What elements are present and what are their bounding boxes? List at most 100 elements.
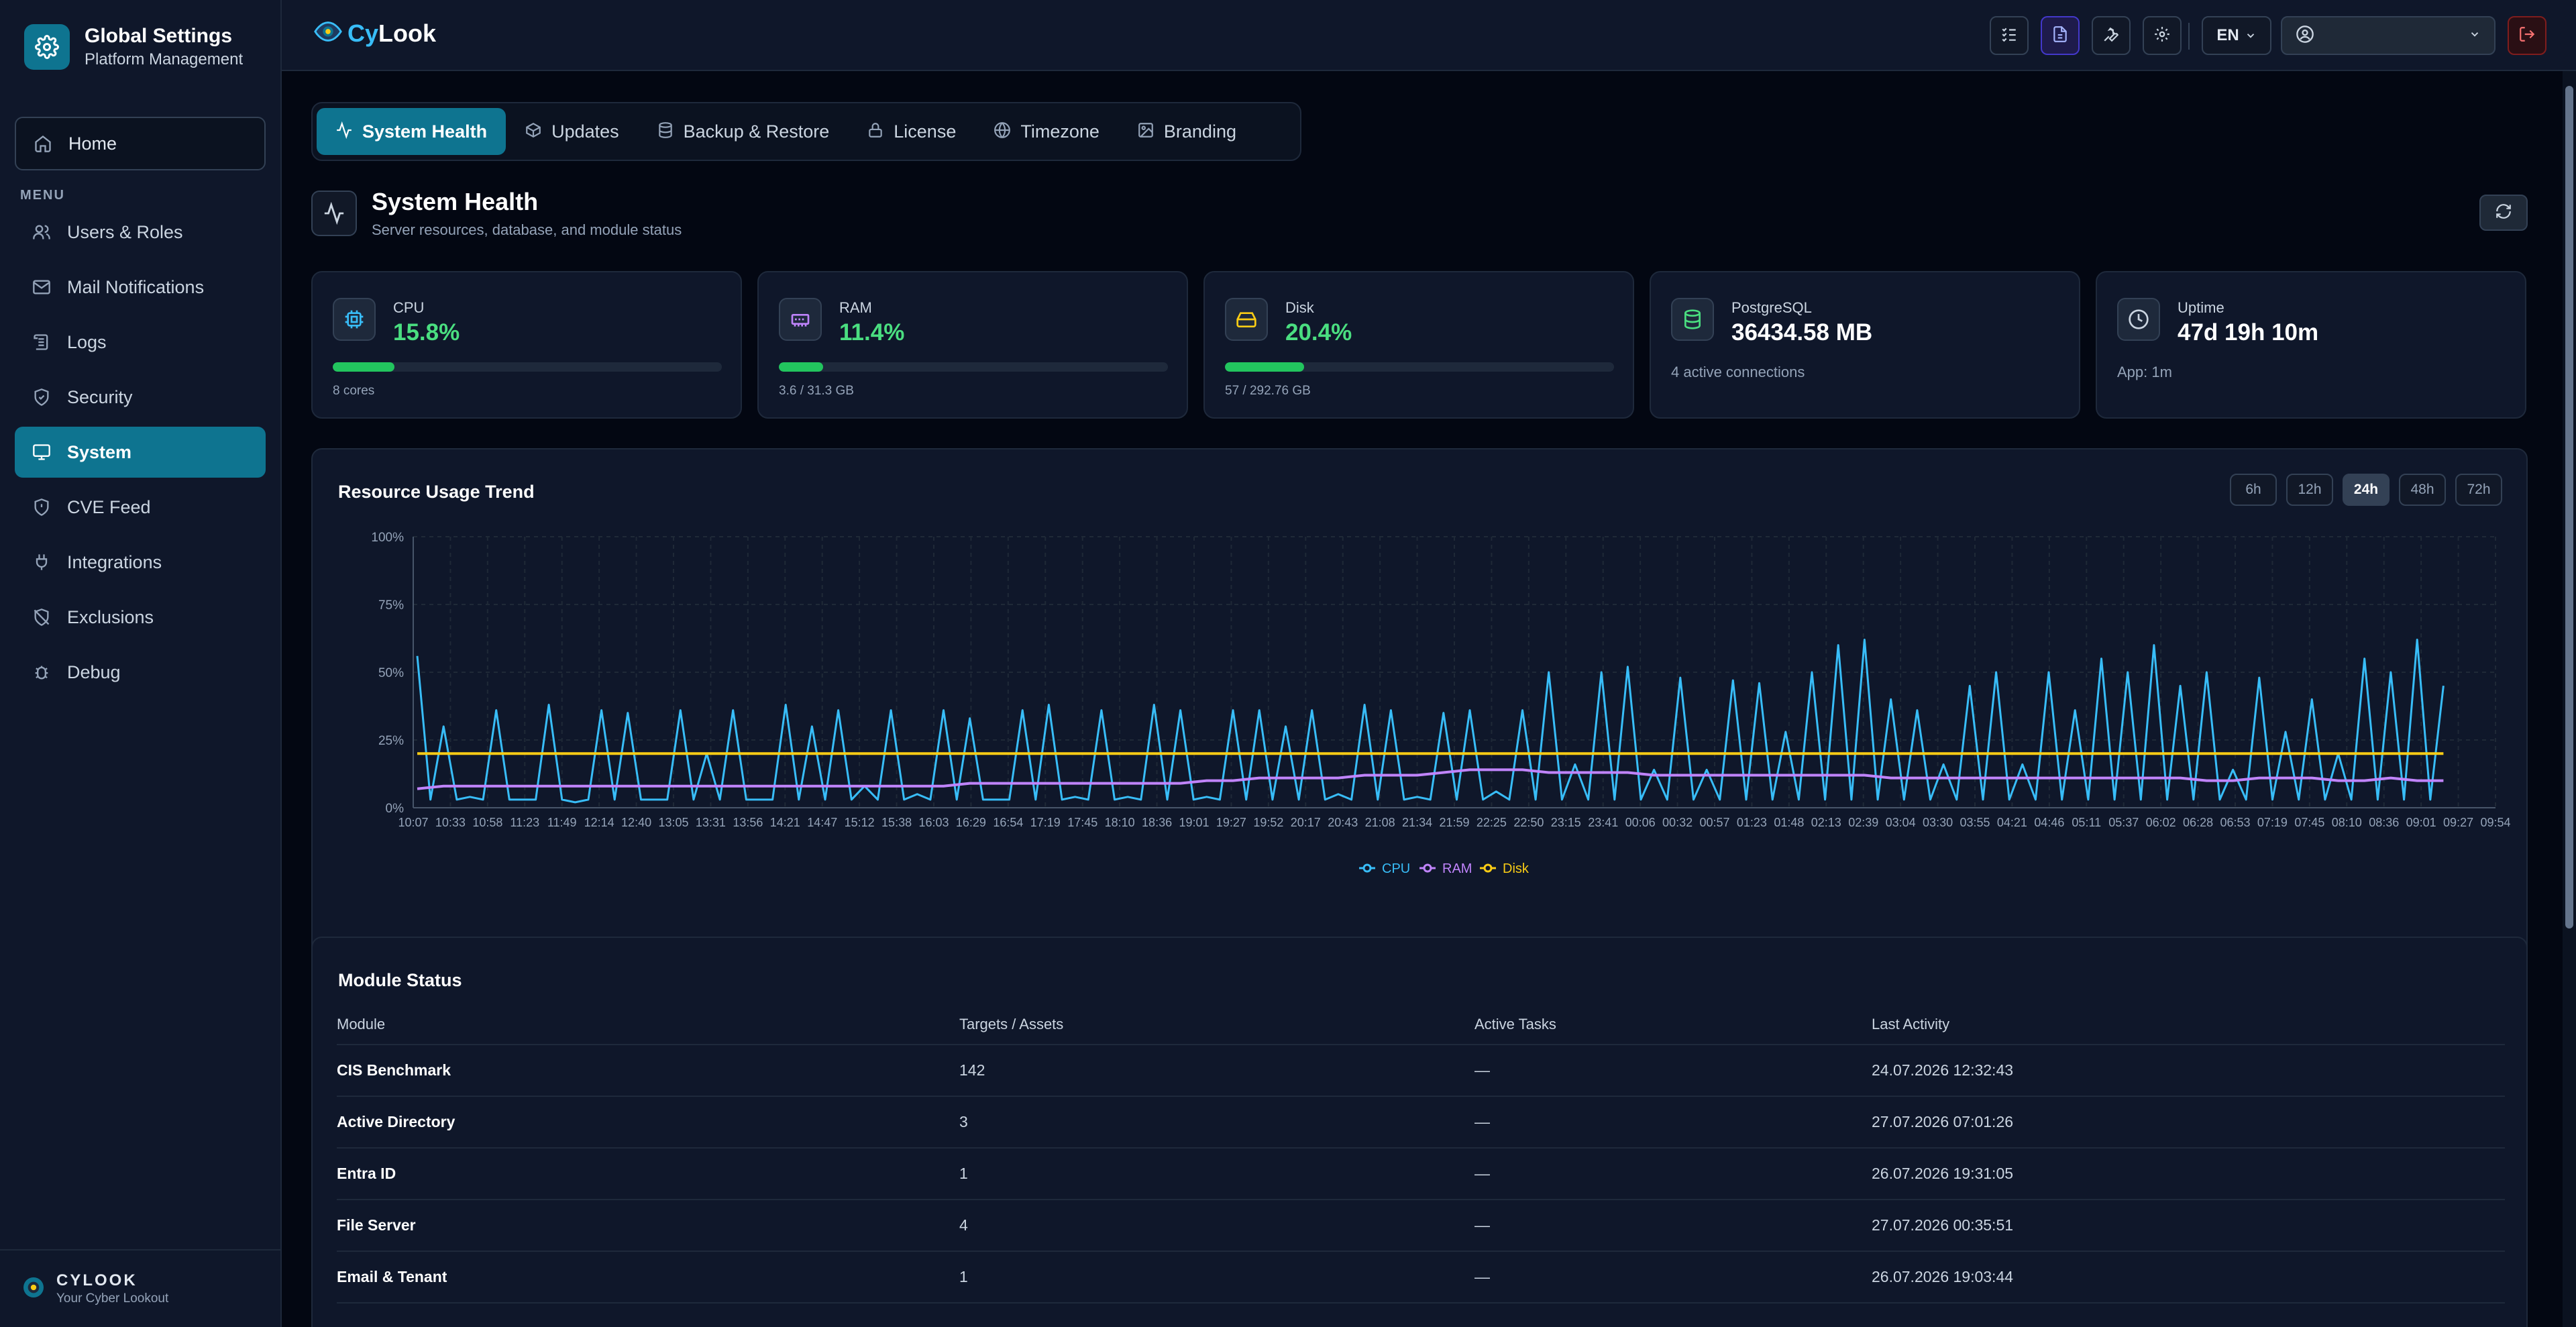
x-tick-label: 10:07 (398, 816, 428, 829)
x-tick-label: 07:19 (2257, 816, 2288, 829)
x-tick-label: 20:17 (1291, 816, 1321, 829)
tab-updates[interactable]: Updates (506, 108, 638, 155)
brand-text-look: Look (378, 19, 437, 47)
uptime-card: Uptime 47d 19h 10m App: 1m (2096, 271, 2526, 419)
module-tasks: — (1474, 1061, 1490, 1079)
module-last-activity: 27.07.2026 00:35:51 (1872, 1216, 2014, 1234)
tab-label: Timezone (1020, 121, 1099, 142)
module-name: CIS Benchmark (337, 1061, 451, 1079)
sidebar-item-users-roles[interactable]: Users & Roles (15, 207, 266, 258)
scrollbar-thumb[interactable] (2565, 86, 2573, 928)
ram-progress-fill (779, 362, 824, 372)
x-tick-label: 01:48 (1774, 816, 1804, 829)
x-tick-label: 19:01 (1179, 816, 1209, 829)
mail-icon (31, 276, 52, 298)
ram-value: 11.4% (839, 319, 905, 346)
eye-logo-icon (313, 16, 343, 50)
tab-label: Updates (551, 121, 619, 142)
sidebar-item-label: Users & Roles (67, 221, 183, 242)
brand-text-cy: Cy (347, 19, 379, 47)
x-tick-label: 14:21 (770, 816, 800, 829)
module-tasks: — (1474, 1216, 1490, 1234)
user-avatar-icon (2296, 25, 2314, 47)
documents-button[interactable] (2041, 16, 2080, 55)
refresh-button[interactable] (2479, 195, 2528, 231)
shield-icon (31, 386, 52, 408)
table-row: Entra ID 1 — 26.07.2026 19:31:05 (337, 1149, 2505, 1200)
home-label: Home (68, 133, 117, 154)
module-tasks: — (1474, 1113, 1490, 1130)
x-tick-label: 05:37 (2108, 816, 2139, 829)
table-row: File Server 4 — 27.07.2026 00:35:51 (337, 1200, 2505, 1252)
brand-logo[interactable]: CyLook (313, 16, 436, 50)
x-tick-label: 04:46 (2034, 816, 2064, 829)
cpu-cores: 8 cores (333, 384, 375, 398)
x-tick-label: 09:27 (2443, 816, 2473, 829)
module-last-activity: 26.07.2026 19:31:05 (1872, 1165, 2014, 1182)
lock-icon (867, 121, 884, 142)
sidebar-item-integrations[interactable]: Integrations (15, 537, 266, 588)
tab-license[interactable]: License (848, 108, 975, 155)
y-tick-label: 50% (378, 666, 404, 680)
page-scrollbar[interactable] (2563, 71, 2576, 1327)
module-targets: 1 (959, 1268, 968, 1285)
sidebar-item-logs[interactable]: Logs (15, 317, 266, 368)
disk-usage: 57 / 292.76 GB (1225, 384, 1311, 398)
sidebar-item-exclusions[interactable]: Exclusions (15, 592, 266, 643)
tasks-icon (2000, 25, 2018, 46)
tab-system-health[interactable]: System Health (317, 108, 506, 155)
database-icon (1671, 298, 1714, 341)
logout-button[interactable] (2508, 16, 2546, 55)
x-tick-label: 20:43 (1328, 816, 1358, 829)
x-tick-label: 13:56 (733, 816, 763, 829)
ram-progress-bar (779, 362, 1168, 372)
x-tick-label: 21:59 (1439, 816, 1469, 829)
tab-label: Backup & Restore (683, 121, 830, 142)
tab-label: System Health (362, 121, 488, 142)
disk-label: Disk (1285, 299, 1314, 316)
sidebar-footer: CYLOOK Your Cyber Lookout (0, 1249, 282, 1327)
cpu-value: 15.8% (393, 319, 460, 346)
sidebar-item-system[interactable]: System (15, 427, 266, 478)
topbar-divider (2188, 23, 2190, 50)
module-status-card: Module Status Module Targets / Assets Ac… (311, 937, 2528, 1327)
disk-value: 20.4% (1285, 319, 1352, 346)
language-select[interactable]: EN (2202, 16, 2271, 55)
home-button[interactable]: Home (15, 117, 266, 170)
legend-marker (1362, 863, 1372, 873)
legend-marker (1423, 863, 1432, 873)
module-targets: 4 (959, 1216, 968, 1234)
tab-branding[interactable]: Branding (1118, 108, 1255, 155)
module-last-activity: 24.07.2026 12:32:43 (1872, 1061, 2014, 1079)
x-tick-label: 03:55 (1960, 816, 1990, 829)
sidebar-item-security[interactable]: Security (15, 372, 266, 423)
shield-off-icon (31, 606, 52, 628)
sidebar-item-cve-feed[interactable]: CVE Feed (15, 482, 266, 533)
x-tick-label: 08:10 (2332, 816, 2362, 829)
x-tick-label: 02:13 (1811, 816, 1841, 829)
tab-timezone[interactable]: Timezone (975, 108, 1118, 155)
sidebar-item-mail-notifications[interactable]: Mail Notifications (15, 262, 266, 313)
logout-icon (2518, 25, 2536, 46)
y-tick-label: 25% (378, 734, 404, 748)
tasks-button[interactable] (1990, 16, 2029, 55)
tools-button[interactable] (2092, 16, 2131, 55)
x-tick-label: 10:33 (435, 816, 466, 829)
sidebar-item-debug[interactable]: Debug (15, 647, 266, 698)
y-tick-label: 0% (386, 802, 405, 816)
x-tick-label: 09:01 (2406, 816, 2436, 829)
sidebar-item-label: Mail Notifications (67, 276, 205, 297)
cylook-logo-icon (20, 1274, 47, 1304)
module-tasks: — (1474, 1165, 1490, 1182)
settings-tabs: System Health Updates Backup & Restore L… (311, 102, 1301, 161)
settings-button[interactable] (2143, 16, 2182, 55)
x-tick-label: 13:31 (696, 816, 726, 829)
sidebar-nav: Users & Roles Mail Notifications Logs Se… (15, 207, 266, 702)
x-tick-label: 06:02 (2146, 816, 2176, 829)
ram-card: RAM 11.4% 3.6 / 31.3 GB (757, 271, 1188, 419)
user-menu[interactable] (2281, 16, 2496, 55)
tab-backup-restore[interactable]: Backup & Restore (638, 108, 849, 155)
footer-tagline: Your Cyber Lookout (56, 1291, 169, 1306)
x-tick-label: 19:27 (1216, 816, 1246, 829)
monitor-icon (31, 441, 52, 463)
